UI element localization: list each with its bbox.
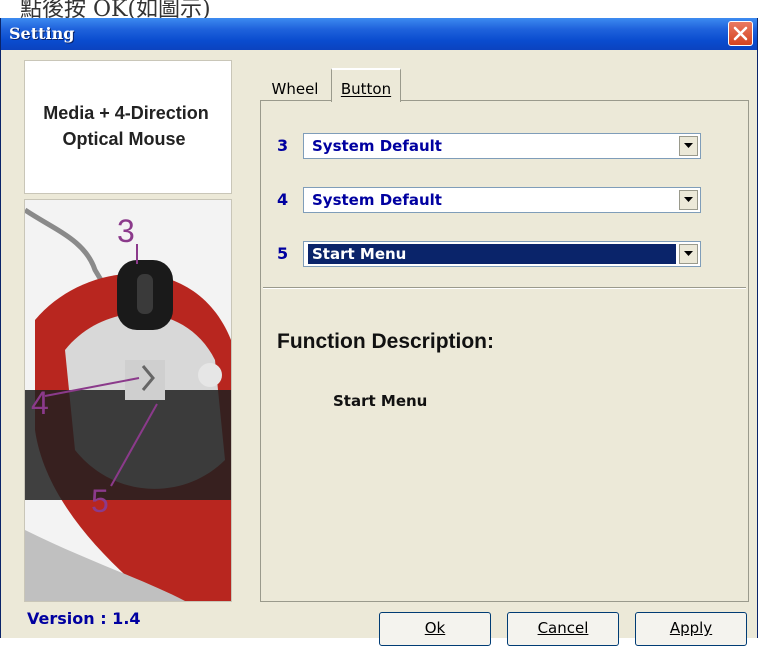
button-3-select[interactable]: System Default — [303, 133, 701, 159]
button-4-label: 4 — [277, 190, 289, 209]
product-name-line1: Media + 4-Direction — [43, 103, 209, 123]
function-description-title: Function Description: — [277, 330, 494, 353]
button-5-dropdown-arrow[interactable] — [679, 244, 698, 264]
close-icon — [733, 26, 748, 41]
button-4-select[interactable]: System Default — [303, 187, 701, 213]
button-5-select[interactable]: Start Menu — [303, 241, 701, 267]
chevron-down-icon — [684, 197, 693, 202]
function-description-value: Start Menu — [333, 392, 428, 410]
apply-button-label: Apply — [669, 619, 713, 637]
chevron-down-icon — [684, 143, 693, 148]
tab-button-label: Button — [340, 80, 392, 98]
apply-button[interactable]: Apply — [635, 612, 747, 646]
version-label: Version : 1.4 — [27, 609, 141, 628]
title-bar[interactable]: Setting — [1, 18, 757, 50]
tab-button[interactable]: Button — [331, 68, 401, 102]
callout-4: 4 — [31, 385, 49, 421]
ok-button-label: Ok — [424, 619, 446, 637]
button-5-label: 5 — [277, 244, 289, 263]
callout-3: 3 — [117, 213, 135, 249]
button-4-select-value: System Default — [312, 191, 442, 209]
button-3-label: 3 — [277, 136, 289, 155]
cancel-button-label: Cancel — [537, 619, 589, 637]
button-5-select-value: Start Menu — [308, 244, 676, 264]
button-3-select-value: System Default — [312, 137, 442, 155]
cancel-button[interactable]: Cancel — [507, 612, 619, 646]
window-title: Setting — [9, 24, 75, 43]
button-4-dropdown-arrow[interactable] — [679, 190, 698, 210]
caption-strip: 點後按 OK(如圖示) — [0, 0, 758, 18]
callout-5: 5 — [91, 483, 109, 519]
product-name-line2: Optical Mouse — [62, 129, 186, 149]
close-button[interactable] — [728, 21, 753, 46]
ok-button[interactable]: Ok — [379, 612, 491, 646]
caption-text: 點後按 OK(如圖示) — [20, 0, 211, 18]
button-3-dropdown-arrow[interactable] — [679, 136, 698, 156]
chevron-down-icon — [684, 251, 693, 256]
section-divider — [263, 287, 746, 289]
product-name-panel: Media + 4-Direction Optical Mouse — [24, 60, 232, 194]
mouse-illustration: 3 4 5 — [24, 199, 232, 602]
mouse-image: 3 4 5 — [25, 207, 231, 601]
setting-dialog: Setting Media + 4-Direction Optical Mous… — [0, 18, 758, 646]
